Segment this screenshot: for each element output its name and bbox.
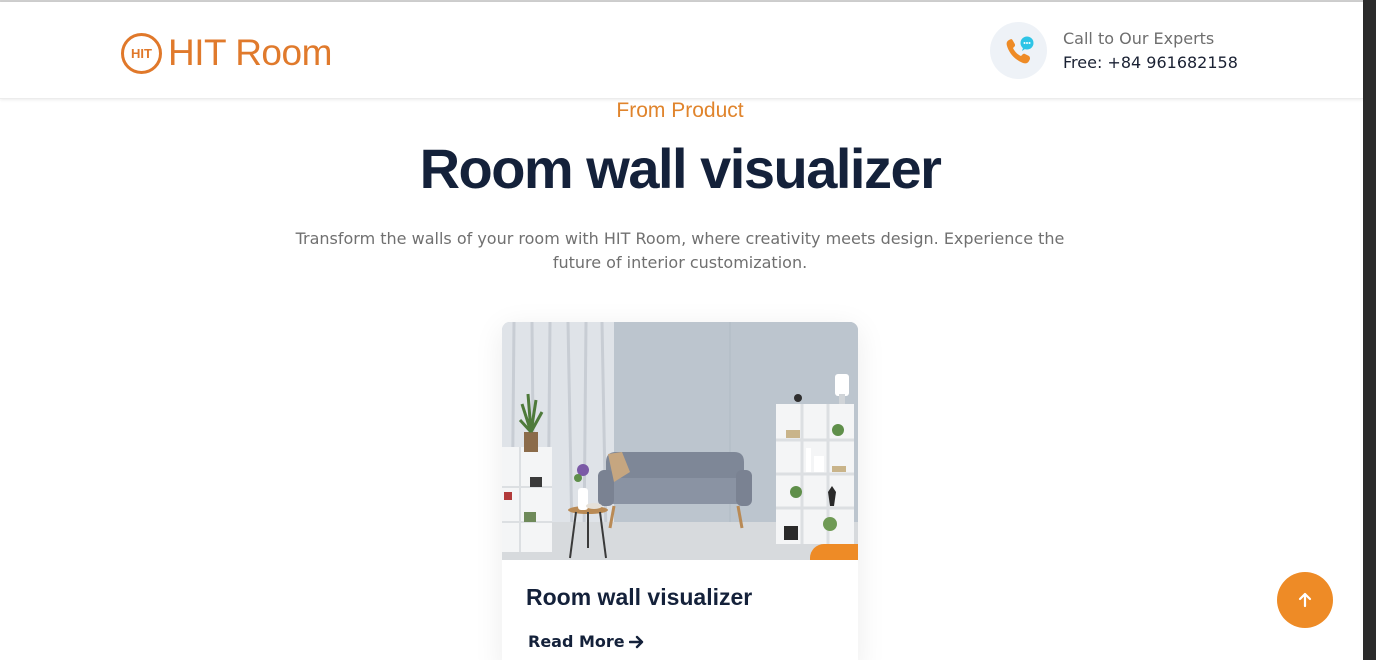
- site-header: HIT HIT Room Call to Our Experts Free: +…: [0, 2, 1363, 99]
- contact-block: Call to Our Experts Free: +84 961682158: [990, 22, 1238, 79]
- contact-text: Call to Our Experts Free: +84 961682158: [1063, 27, 1238, 75]
- arrow-up-icon: [1298, 592, 1312, 608]
- room-photo[interactable]: [502, 322, 858, 560]
- site-logo[interactable]: HIT HIT Room: [121, 32, 332, 74]
- card-corner-tag: [810, 544, 858, 560]
- contact-phone-number[interactable]: Free: +84 961682158: [1063, 51, 1238, 75]
- page: HIT HIT Room Call to Our Experts Free: +…: [0, 0, 1376, 660]
- arrow-right-icon: [628, 635, 643, 648]
- window-scrollbar[interactable]: [1363, 0, 1376, 660]
- scroll-to-top-button[interactable]: [1277, 572, 1333, 628]
- phone-chat-icon[interactable]: [990, 22, 1047, 79]
- page-title: Room wall visualizer: [419, 137, 942, 200]
- product-card[interactable]: Room wall visualizer Read More: [502, 322, 858, 660]
- section-subtitle: From Product: [616, 99, 744, 122]
- read-more-label: Read More: [528, 632, 625, 651]
- section-description: Transform the walls of your room with HI…: [295, 229, 1065, 272]
- contact-label: Call to Our Experts: [1063, 28, 1215, 48]
- read-more-link[interactable]: Read More: [528, 632, 645, 651]
- logo-text: HIT Room: [168, 32, 332, 73]
- logo-badge-icon: HIT: [121, 32, 162, 74]
- card-title[interactable]: Room wall visualizer: [526, 584, 752, 611]
